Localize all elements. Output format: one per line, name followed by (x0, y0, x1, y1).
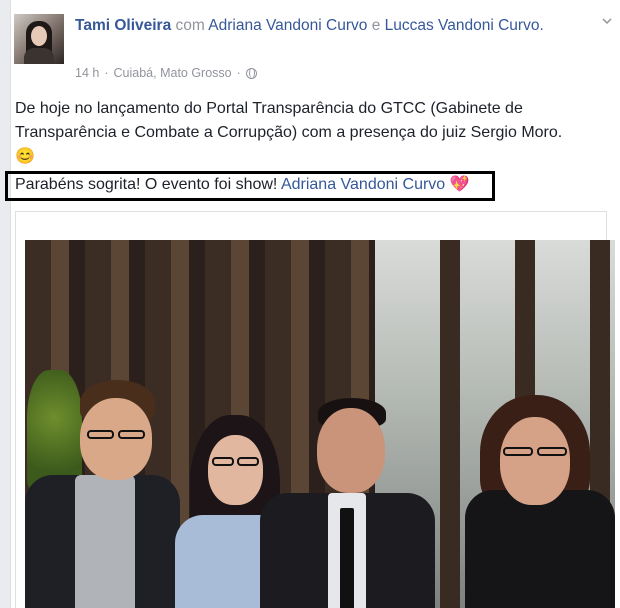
chevron-down-icon[interactable] (602, 16, 612, 26)
person-1 (25, 380, 185, 608)
tagged-user-link-1[interactable]: Adriana Vandoni Curvo (208, 17, 367, 34)
post-time[interactable]: 14 h (75, 66, 99, 80)
author-name-link[interactable]: Tami Oliveira (75, 17, 171, 34)
tagged-user-link-2[interactable]: Luccas Vandoni Curvo. (385, 17, 544, 34)
heart-emoji: 💖 (449, 176, 470, 193)
comment-mention-link[interactable]: Adriana Vandoni Curvo (281, 176, 445, 193)
globe-icon[interactable] (245, 67, 257, 79)
post-photo[interactable] (25, 240, 615, 608)
and-word: e (371, 17, 381, 34)
meta-separator: · (104, 66, 109, 80)
person-3 (260, 398, 435, 608)
post-header: Tami Oliveira com Adriana Vandoni Curvo … (75, 15, 585, 36)
author-avatar[interactable] (14, 14, 64, 64)
with-word: com (175, 17, 205, 34)
post-text: De hoje no lançamento do Portal Transpar… (15, 100, 563, 165)
post-meta: 14 h · Cuiabá, Mato Grosso · (75, 66, 257, 80)
post-location[interactable]: Cuiabá, Mato Grosso (114, 66, 232, 80)
person-4 (465, 395, 615, 608)
meta-separator-2: · (236, 66, 241, 80)
comment-text: Parabéns sogrita! O evento foi show! (15, 176, 278, 193)
comment-line: Parabéns sogrita! O evento foi show! Adr… (15, 173, 470, 197)
